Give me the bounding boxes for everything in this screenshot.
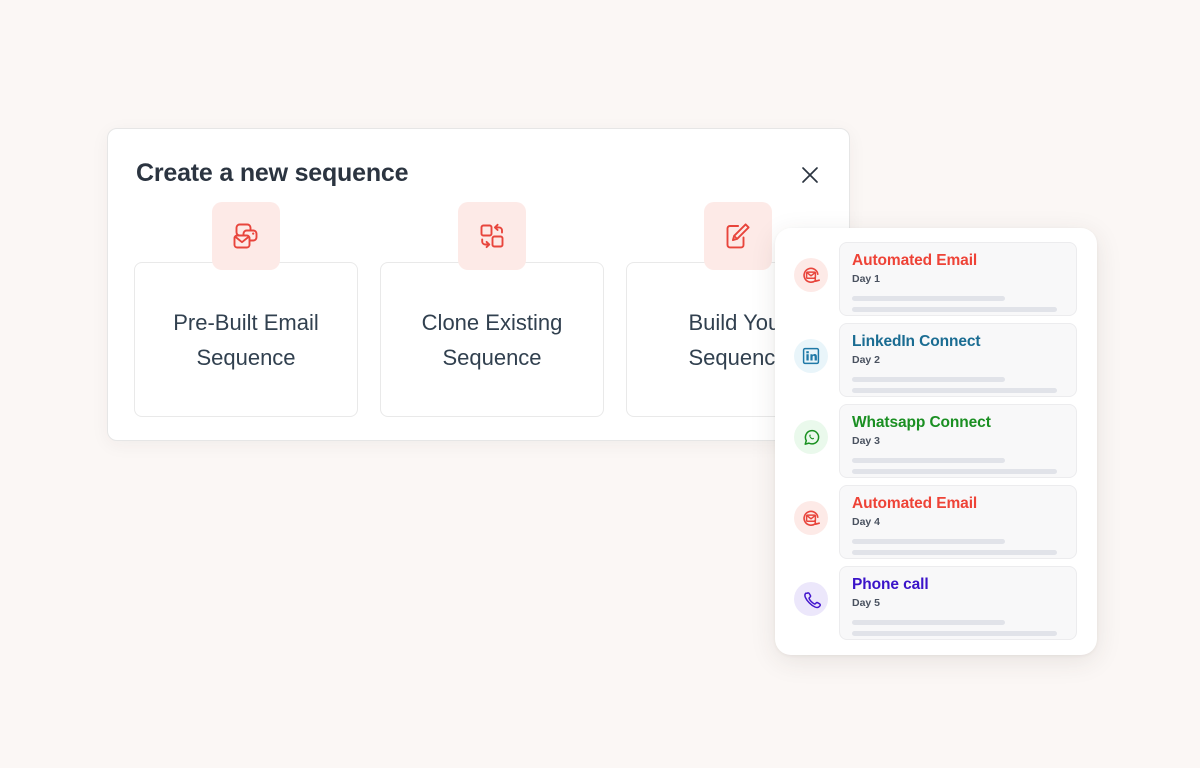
list-item[interactable]: Automated Email Day 4 [789, 485, 1077, 566]
clone-swap-icon [458, 202, 526, 270]
step-title: LinkedIn Connect [852, 333, 1064, 351]
step-card[interactable]: LinkedIn Connect Day 2 [839, 323, 1077, 397]
step-day-label: Day 5 [852, 597, 1064, 609]
page-title: Create a new sequence [136, 159, 408, 188]
option-card-label: Clone Existing Sequence [402, 305, 582, 375]
step-day-label: Day 3 [852, 435, 1064, 447]
sequence-preview-panel: Automated Email Day 1 LinkedIn Connect D… [775, 228, 1097, 655]
step-day-label: Day 2 [852, 354, 1064, 366]
placeholder-bar [852, 469, 1057, 474]
step-title: Whatsapp Connect [852, 414, 1064, 432]
step-card[interactable]: Phone call Day 5 [839, 566, 1077, 640]
step-title: Automated Email [852, 495, 1064, 513]
close-icon [799, 164, 821, 186]
edit-square-icon [704, 202, 772, 270]
placeholder-bar [852, 307, 1057, 312]
option-card-label: Pre-Built Email Sequence [156, 305, 336, 375]
stacked-mail-icon [212, 202, 280, 270]
list-item[interactable]: Automated Email Day 1 [789, 242, 1077, 323]
placeholder-bar [852, 458, 1005, 463]
linkedin-icon [794, 339, 828, 373]
placeholder-bar [852, 631, 1057, 636]
step-title: Phone call [852, 576, 1064, 594]
automated-email-icon [794, 501, 828, 535]
option-card-clone-existing-sequence[interactable]: Clone Existing Sequence [380, 262, 604, 417]
step-day-label: Day 4 [852, 516, 1064, 528]
list-item[interactable]: Whatsapp Connect Day 3 [789, 404, 1077, 485]
placeholder-bar [852, 550, 1057, 555]
close-button[interactable] [795, 160, 825, 190]
step-title: Automated Email [852, 252, 1064, 270]
sequence-option-list: Pre-Built Email Sequence Clone Existing … [134, 262, 850, 417]
list-item[interactable]: LinkedIn Connect Day 2 [789, 323, 1077, 404]
placeholder-bar [852, 620, 1005, 625]
placeholder-bar [852, 377, 1005, 382]
placeholder-bar [852, 388, 1057, 393]
step-card[interactable]: Whatsapp Connect Day 3 [839, 404, 1077, 478]
phone-call-icon [794, 582, 828, 616]
create-sequence-modal: Create a new sequence Pre-Built Email Se… [107, 128, 850, 441]
list-item[interactable]: Phone call Day 5 [789, 566, 1077, 647]
placeholder-bar [852, 296, 1005, 301]
step-day-label: Day 1 [852, 273, 1064, 285]
placeholder-bar [852, 539, 1005, 544]
option-card-pre-built-email-sequence[interactable]: Pre-Built Email Sequence [134, 262, 358, 417]
automated-email-icon [794, 258, 828, 292]
step-card[interactable]: Automated Email Day 4 [839, 485, 1077, 559]
whatsapp-icon [794, 420, 828, 454]
step-card[interactable]: Automated Email Day 1 [839, 242, 1077, 316]
